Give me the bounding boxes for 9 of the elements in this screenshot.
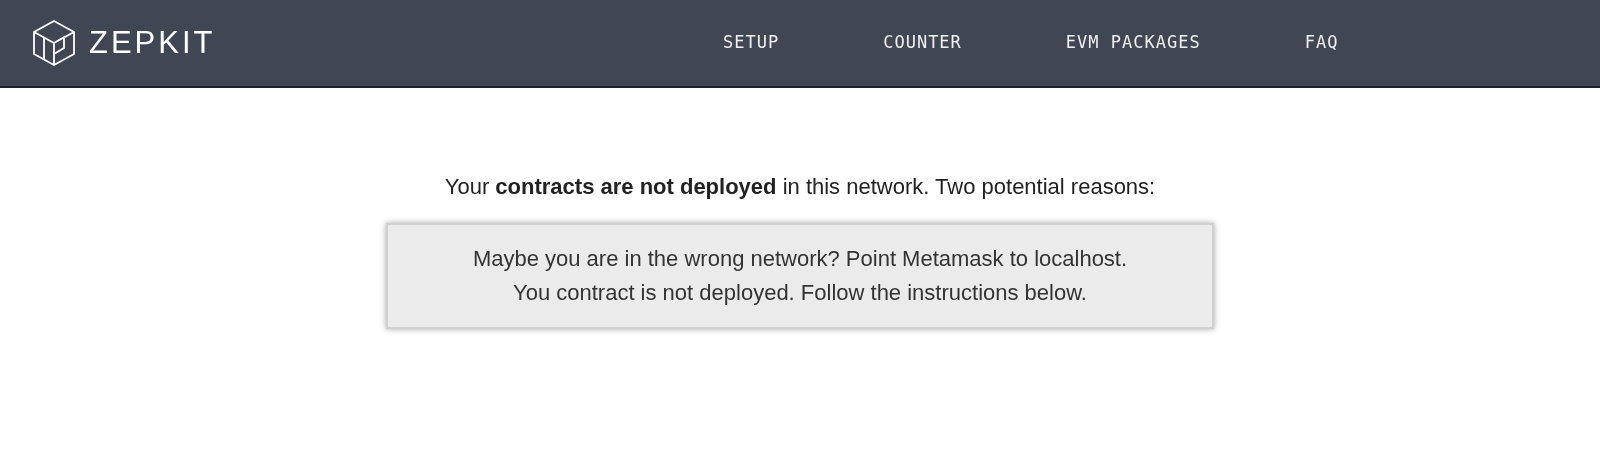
cube-logo-icon [31, 19, 77, 67]
nav-link[interactable]: FAQ [1252, 22, 1391, 64]
nav-link[interactable]: SETUP [671, 22, 832, 64]
nav-link[interactable]: EVM PACKAGES [1013, 22, 1253, 64]
status-message: Your contracts are not deployed in this network. Two potential reasons: [444, 173, 1156, 201]
reason-text: You contract is not deployed. Follow the instructions below. [513, 279, 1087, 307]
logo-text: ZEPKIT [89, 23, 216, 62]
reason-text: Maybe you are in the wrong network? Point Metamask to localhost. [472, 245, 1128, 273]
nav-link[interactable]: COUNTER [831, 22, 1014, 64]
